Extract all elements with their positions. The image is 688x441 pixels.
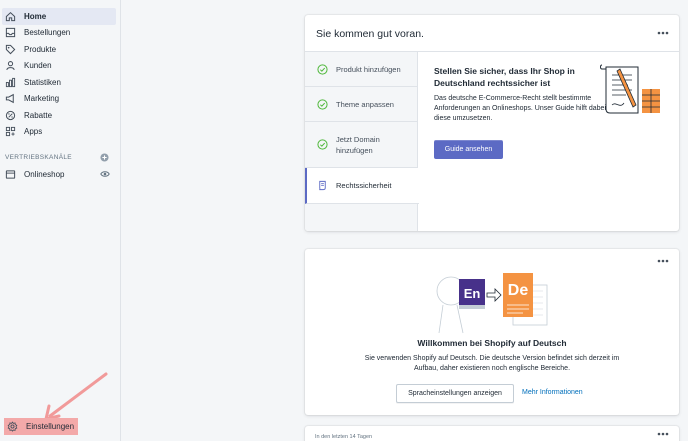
eye-icon[interactable]	[100, 169, 110, 179]
welcome-title: Willkommen bei Shopify auf Deutsch	[417, 338, 567, 348]
step-label: Theme anpassen	[336, 99, 394, 109]
gear-icon	[7, 421, 18, 432]
sidebar-item-statistics[interactable]: Statistiken	[2, 74, 116, 91]
step-label: Jetzt Domain hinzufügen	[336, 134, 380, 155]
bar-chart-icon	[5, 77, 16, 88]
sidebar-item-label: Produkte	[24, 44, 57, 54]
sidebar-item-discounts[interactable]: Rabatte	[2, 107, 116, 124]
step-legal-compliance[interactable]: Rechtssicherheit	[305, 168, 419, 204]
target-icon	[5, 93, 16, 104]
sales-channels-heading: VERTRIEBSKANÄLE	[5, 154, 72, 161]
card-title: Sie kommen gut voran.	[316, 28, 424, 40]
sidebar: Home Bestellungen Produkte Kunden Statis…	[0, 0, 121, 441]
setup-guide-card: Sie kommen gut voran. Produkt hinzufügen…	[305, 15, 679, 231]
sidebar-item-label: Bestellungen	[24, 28, 71, 38]
welcome-description: Sie verwenden Shopify auf Deutsch. Die d…	[364, 355, 620, 372]
step-label: Produkt hinzufügen	[336, 64, 401, 74]
lang-from-label: En	[464, 286, 481, 301]
sidebar-item-label: Apps	[24, 127, 43, 137]
discount-icon	[5, 110, 16, 121]
sidebar-item-apps[interactable]: Apps	[2, 124, 116, 141]
step-add-product[interactable]: Produkt hinzufügen	[305, 52, 418, 87]
home-icon	[5, 11, 16, 22]
apps-icon	[5, 126, 16, 137]
more-actions-icon[interactable]	[657, 31, 669, 35]
settings-label: Einstellungen	[26, 422, 75, 431]
sidebar-item-label: Rabatte	[24, 110, 53, 120]
step-label: Rechtssicherheit	[336, 181, 392, 190]
lang-to-label: De	[508, 282, 529, 299]
sidebar-item-marketing[interactable]: Marketing	[2, 91, 116, 108]
store-icon	[5, 169, 16, 180]
setup-steps: Produkt hinzufügen Theme anpassen Jetzt …	[305, 52, 419, 231]
sidebar-item-label: Marketing	[24, 94, 60, 104]
view-guide-button[interactable]: Guide ansehen	[434, 140, 503, 159]
sidebar-item-label: Kunden	[24, 61, 52, 71]
more-actions-icon[interactable]	[657, 259, 669, 263]
more-actions-icon[interactable]	[657, 432, 669, 436]
step-customize-theme[interactable]: Theme anpassen	[305, 87, 418, 122]
panel-title: Stellen Sie sicher, dass Ihr Shop in Deu…	[434, 66, 575, 88]
check-circle-icon	[317, 139, 328, 150]
add-channel-icon[interactable]	[100, 153, 109, 162]
sidebar-nav: Home Bestellungen Produkte Kunden Statis…	[0, 8, 120, 140]
sidebar-item-orders[interactable]: Bestellungen	[2, 25, 116, 42]
welcome-german-card: En De Willkommen bei Shopify auf Deutsch…	[305, 249, 679, 415]
language-settings-button[interactable]: Spracheinstellungen anzeigen	[396, 384, 514, 403]
tag-icon	[5, 44, 16, 55]
person-icon	[5, 60, 16, 71]
sidebar-item-customers[interactable]: Kunden	[2, 58, 116, 75]
language-illustration: En De	[436, 273, 548, 334]
period-label: In den letzten 14 Tagen	[315, 434, 373, 440]
check-circle-icon	[317, 63, 328, 75]
sidebar-item-label: Onlineshop	[24, 169, 65, 179]
more-info-link[interactable]: Mehr Informationen	[522, 389, 583, 396]
check-circle-icon	[317, 98, 328, 110]
channel-onlineshop: Onlineshop	[0, 166, 120, 183]
panel-description: Das deutsche E-Commerce-Recht stellt bes…	[434, 95, 608, 122]
sidebar-item-home[interactable]: Home	[2, 8, 116, 25]
document-icon	[319, 180, 326, 191]
sidebar-item-onlineshop[interactable]: Onlineshop	[2, 166, 116, 183]
legal-document-illustration	[600, 64, 660, 114]
stats-card: In den letzten 14 Tagen	[305, 426, 679, 441]
step-add-domain[interactable]: Jetzt Domain hinzufügen	[305, 122, 418, 168]
annotation-arrow	[44, 372, 108, 420]
sidebar-item-label: Statistiken	[24, 77, 61, 87]
sidebar-item-label: Home	[24, 11, 47, 21]
sidebar-item-settings[interactable]: Einstellungen	[4, 418, 78, 435]
orders-icon	[5, 27, 16, 38]
sidebar-item-products[interactable]: Produkte	[2, 41, 116, 58]
